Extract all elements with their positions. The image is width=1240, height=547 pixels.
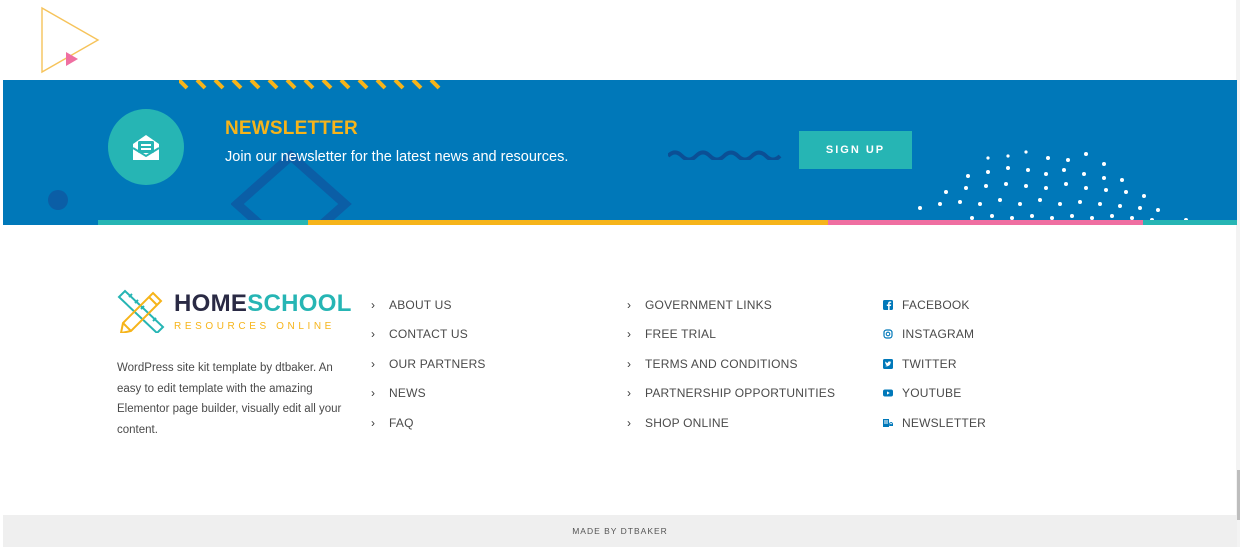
brand-description: WordPress site kit template by dtbaker. …: [117, 362, 342, 436]
newsletter-description: Join our newsletter for the latest news …: [225, 149, 569, 165]
chevron-right-icon: ›: [627, 356, 632, 371]
youtube-icon: [883, 389, 893, 397]
chevron-right-icon: ›: [371, 356, 376, 371]
footer-link-label: CONTACT US: [389, 327, 468, 342]
stripe-segment: [98, 220, 308, 225]
wave-decoration: [668, 150, 782, 160]
brand-name-school: SCHOOL: [247, 290, 352, 317]
social-link-newsletter[interactable]: NEWSLETTER: [883, 416, 986, 430]
chevron-right-icon: ›: [371, 327, 376, 342]
footer-links-column-2: › GOVERNMENT LINKS › FREE TRIAL › TERMS AND…: [627, 290, 835, 438]
footer-link-contact-us[interactable]: › CONTACT US: [371, 327, 468, 341]
social-link-label: FACEBOOK: [902, 297, 970, 312]
brand-logo[interactable]: HOMESCHOOL RESOURCES ONLINE: [174, 291, 352, 333]
dot-decoration: [48, 190, 68, 210]
social-link-twitter[interactable]: TWITTER: [883, 357, 957, 371]
footer-link-partnership-opportunities[interactable]: › PARTNERSHIP OPPORTUNITIES: [627, 386, 835, 400]
chevron-right-icon: ›: [627, 386, 632, 401]
newsletter-badge: [108, 109, 184, 185]
footer-link-faq[interactable]: › FAQ: [371, 416, 414, 430]
social-link-youtube[interactable]: YOUTUBE: [883, 386, 961, 400]
stripe-segment: [828, 220, 1143, 225]
brand-name-home: HOME: [174, 290, 248, 317]
footer-link-label: TERMS AND CONDITIONS: [645, 356, 798, 371]
social-link-label: TWITTER: [902, 356, 957, 371]
footer-link-label: PARTNERSHIP OPPORTUNITIES: [645, 386, 836, 401]
chevron-right-icon: ›: [627, 297, 632, 312]
stripe-segment: [3, 220, 98, 225]
facebook-icon: [883, 299, 893, 310]
footer-link-label: SHOP ONLINE: [645, 415, 730, 430]
social-link-label: INSTAGRAM: [902, 327, 975, 342]
social-link-instagram[interactable]: INSTAGRAM: [883, 327, 974, 341]
social-link-facebook[interactable]: FACEBOOK: [883, 298, 970, 312]
social-link-label: NEWSLETTER: [902, 415, 987, 430]
chevron-right-icon: ›: [371, 386, 376, 401]
footer-link-label: FREE TRIAL: [645, 327, 717, 342]
footer-link-government-links[interactable]: › GOVERNMENT LINKS: [627, 298, 772, 312]
newsletter-banner: NEWSLETTER Join our newsletter for the l…: [3, 80, 1237, 225]
social-links-column: FACEBOOK INSTAGRAM TWITTER YOUTUBE NEWSL…: [883, 290, 986, 438]
footer-credit: MADE BY DTBAKER: [572, 526, 668, 536]
footer-link-news[interactable]: › NEWS: [371, 386, 426, 400]
newsletter-icon: [883, 418, 893, 427]
chevron-right-icon: ›: [371, 415, 376, 430]
sign-up-button[interactable]: SIGN UP: [799, 131, 912, 169]
footer-link-label: FAQ: [389, 415, 414, 430]
instagram-icon: [883, 329, 893, 339]
dots-pattern-decoration: [918, 150, 1188, 224]
envelope-icon: [132, 135, 160, 160]
twitter-icon: [883, 358, 893, 369]
footer-link-about-us[interactable]: › ABOUT US: [371, 298, 452, 312]
footer-link-label: GOVERNMENT LINKS: [645, 297, 773, 312]
newsletter-title: NEWSLETTER: [225, 118, 358, 139]
social-link-label: YOUTUBE: [902, 386, 962, 401]
chevron-right-icon: ›: [627, 415, 632, 430]
stripe-segment: [308, 220, 828, 225]
brand-subtitle: RESOURCES ONLINE: [174, 321, 335, 332]
stripe-segment: [1143, 220, 1237, 225]
pencil-ruler-logo-icon: [117, 289, 165, 333]
footer-link-label: ABOUT US: [389, 297, 452, 312]
footer-link-shop-online[interactable]: › SHOP ONLINE: [627, 416, 729, 430]
play-triangle-icon: [41, 6, 100, 74]
footer-credit-bar: MADE BY DTBAKER: [3, 515, 1237, 547]
chevron-right-icon: ›: [371, 297, 376, 312]
footer-links-column-1: › ABOUT US › CONTACT US › OUR PARTNERS › NEW…: [371, 290, 486, 438]
zigzag-decoration: [179, 80, 441, 90]
footer-link-our-partners[interactable]: › OUR PARTNERS: [371, 357, 486, 371]
chevron-right-icon: ›: [627, 327, 632, 342]
footer-link-label: OUR PARTNERS: [389, 356, 486, 371]
footer-link-label: NEWS: [389, 386, 426, 401]
footer-link-free-trial[interactable]: › FREE TRIAL: [627, 327, 716, 341]
brand-name: HOMESCHOOL: [174, 291, 352, 317]
footer-link-terms-and-conditions[interactable]: › TERMS AND CONDITIONS: [627, 357, 798, 371]
